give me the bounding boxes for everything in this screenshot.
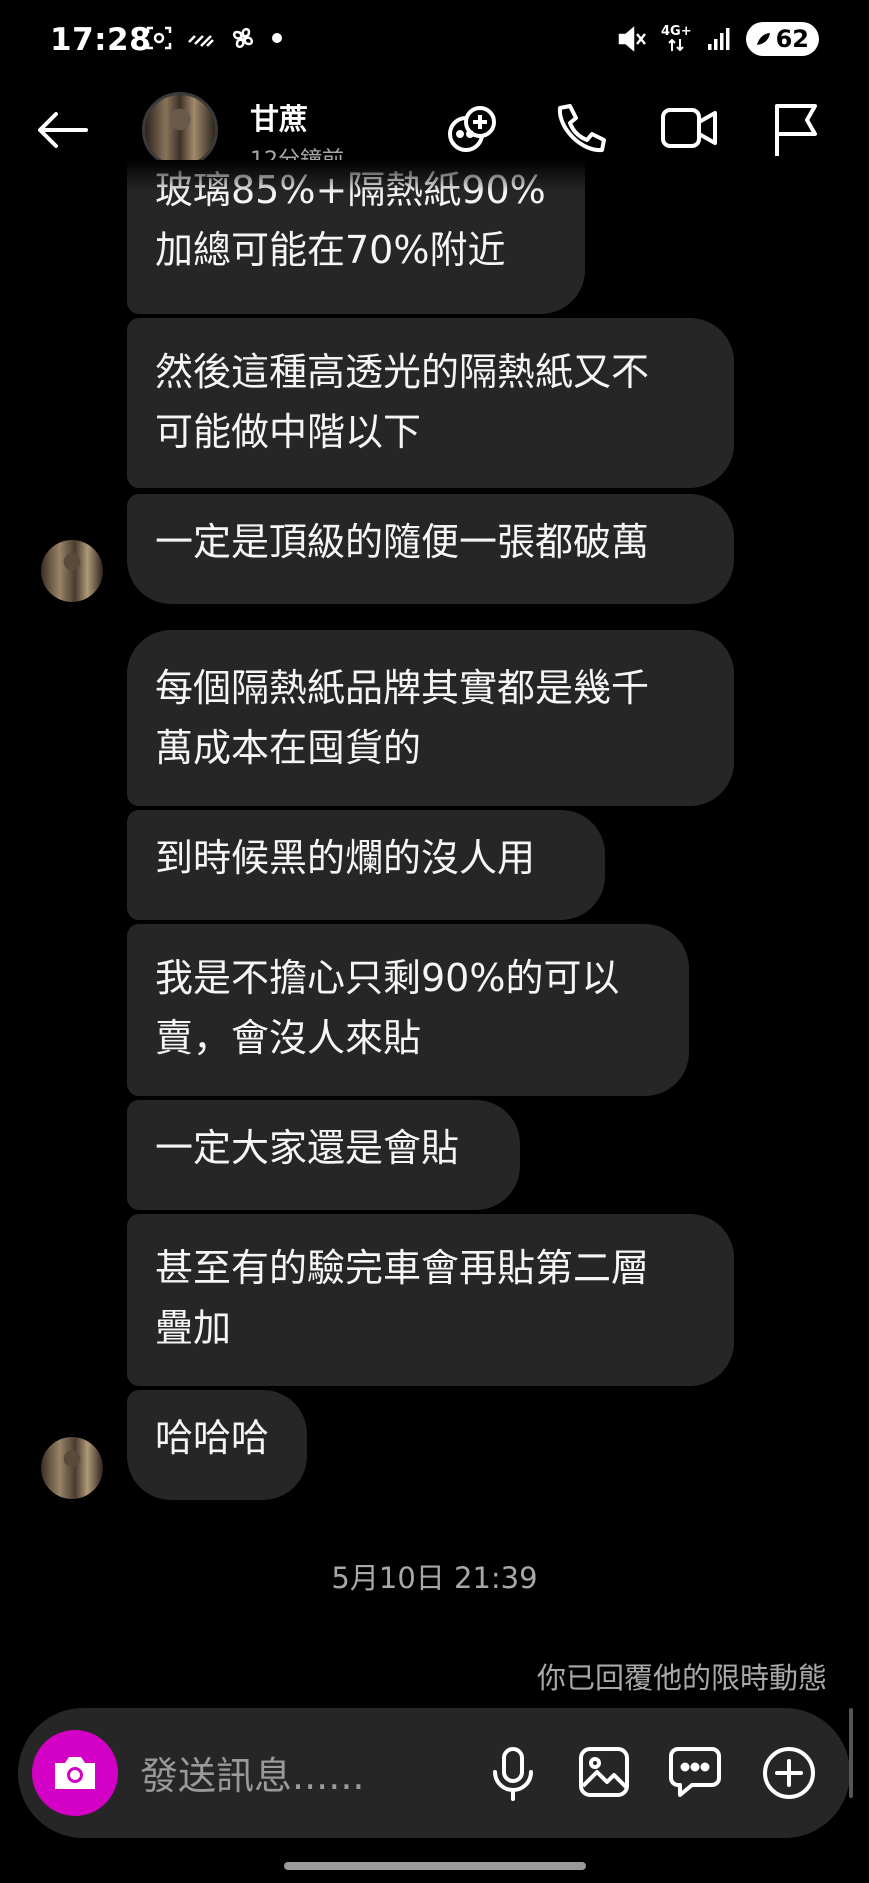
message-timestamp: 5月10日 21:39 [331,1561,538,1595]
fan-icon [232,27,254,49]
mute-icon [618,26,646,52]
plus-icon[interactable] [762,1746,816,1800]
message-bubble[interactable]: 一定大家還是會貼 [127,1100,520,1210]
home-indicator[interactable] [284,1862,586,1870]
message-bubble[interactable]: 到時候黑的爛的沒人用 [127,810,605,920]
gallery-icon[interactable] [578,1746,630,1798]
contact-name[interactable]: 甘蔗 [250,96,308,138]
sender-avatar[interactable] [41,540,103,602]
scrollbar[interactable] [849,1708,853,1798]
back-arrow-icon[interactable] [34,110,90,150]
phone-icon[interactable] [552,102,606,158]
flag-icon[interactable] [772,102,820,158]
message-bubble[interactable]: 我是不擔心只剩90%的可以 賣，會沒人來貼 [127,924,689,1096]
microphone-icon[interactable] [490,1746,536,1802]
message-bubble[interactable]: 每個隔熱紙品牌其實都是幾千 萬成本在囤貨的 [127,630,734,806]
cell-signal-icon [707,28,730,50]
network-indicator: 4G+ [660,24,692,52]
network-arrows-icon [668,38,684,52]
contact-avatar[interactable] [142,92,218,168]
signal-wave-icon [188,35,214,47]
add-effect-icon[interactable] [442,102,500,160]
video-icon[interactable] [660,102,718,154]
status-left-icons [145,24,283,52]
network-label: 4G+ [660,24,692,39]
sender-avatar[interactable] [41,1437,103,1499]
status-time: 17:28 [50,22,152,58]
status-right-icons: 4G+ 62 [617,22,819,56]
message-input[interactable] [138,1745,462,1807]
battery-indicator: 62 [745,22,819,56]
camera-icon [55,1757,95,1789]
battery-level: 62 [775,25,809,53]
dot-icon [272,33,282,43]
scroll-clip-edge [0,160,869,192]
message-bubble[interactable]: 甚至有的驗完車會再貼第二層 疊加 [127,1214,734,1386]
sticker-chat-icon[interactable] [668,1746,722,1798]
story-reply-note: 你已回覆他的限時動態 [536,1661,827,1695]
screenshot-icon [146,26,172,50]
camera-button[interactable] [32,1730,118,1816]
message-bubble[interactable]: 然後這種高透光的隔熱紙又不 可能做中階以下 [127,318,734,488]
message-bubble[interactable]: 哈哈哈 [127,1390,307,1500]
message-bubble[interactable]: 一定是頂級的隨便一張都破萬 [127,494,734,604]
battery-icon [756,33,770,45]
